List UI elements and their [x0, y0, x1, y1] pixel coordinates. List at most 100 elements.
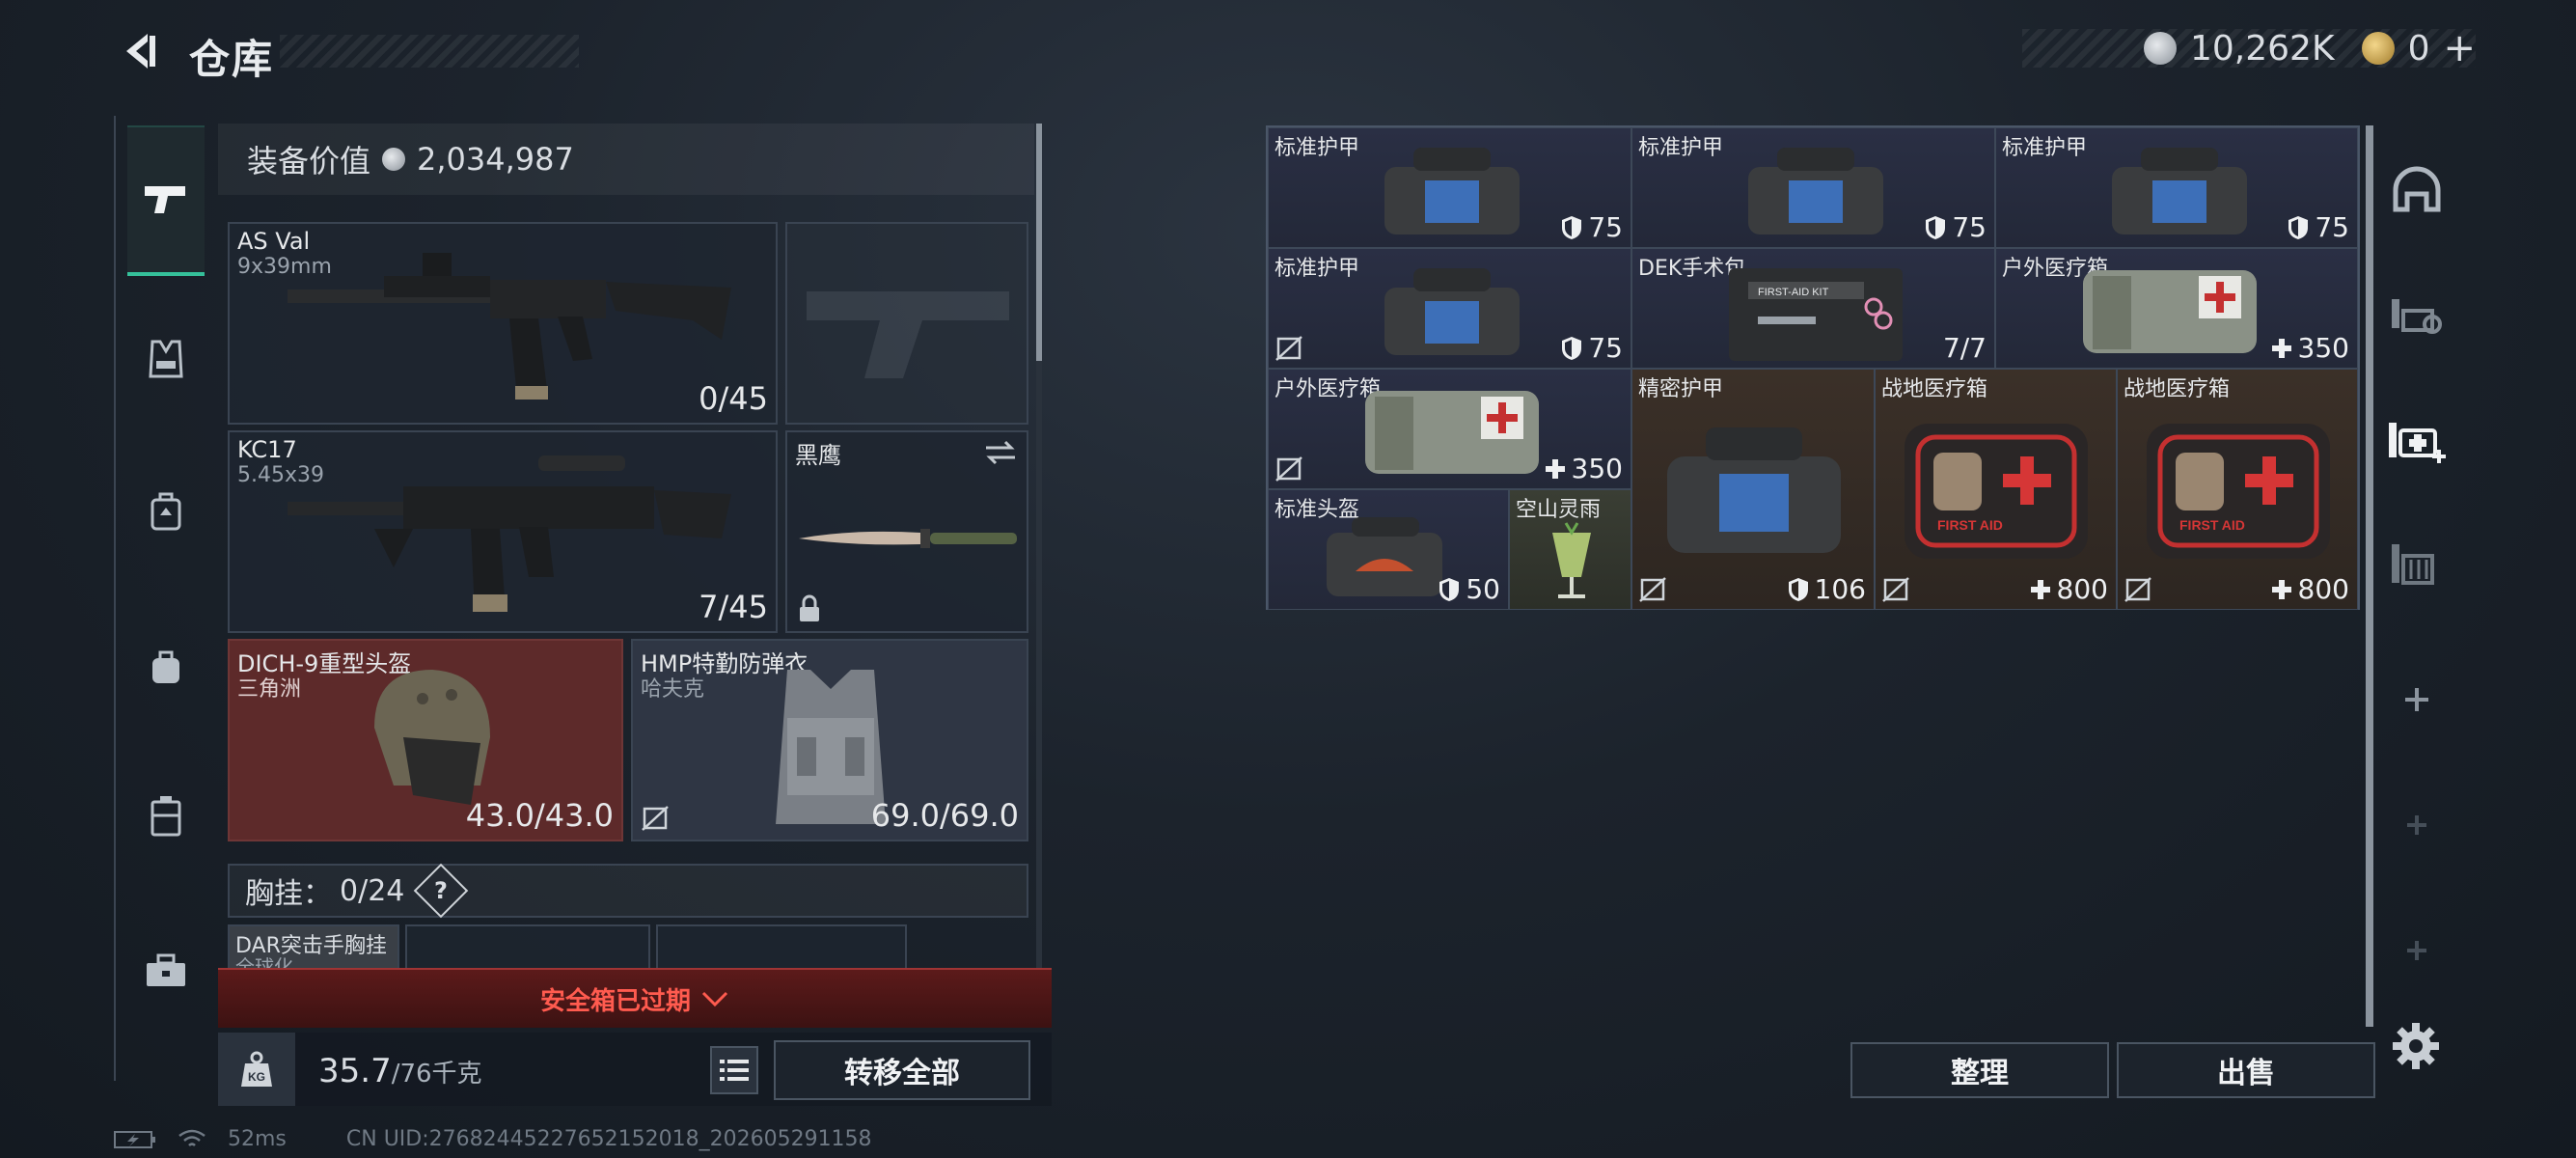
wifi-icon: [178, 1129, 206, 1146]
add-storage-tab-button[interactable]: [2383, 666, 2451, 733]
nav-tab-toolbox[interactable]: [127, 932, 205, 1009]
storage-tab-medkit[interactable]: [2383, 405, 2451, 473]
helmet-durability: 43.0/43.0: [465, 797, 614, 834]
item-heal: 800: [2271, 573, 2349, 605]
grid-item[interactable]: 标准护甲 75: [1631, 127, 1995, 248]
silver-coin-icon: [382, 148, 406, 171]
equipment-value-bar: 装备价值 2,034,987: [218, 124, 1034, 195]
help-button[interactable]: ?: [414, 863, 469, 919]
chest-rig-slot[interactable]: [405, 924, 650, 973]
gold-coin-icon: [2361, 32, 2395, 65]
item-name: 战地医疗箱: [2124, 377, 2231, 401]
chest-rig-slot[interactable]: [656, 924, 907, 973]
storage-tab-gear[interactable]: [2383, 280, 2451, 347]
armor-durability: 69.0/69.0: [870, 797, 1019, 834]
storage-tab-shelf[interactable]: [2383, 531, 2451, 598]
plus-icon: [1545, 458, 1565, 479]
list-view-button[interactable]: [710, 1046, 758, 1094]
back-button[interactable]: [114, 25, 166, 77]
melee-slot[interactable]: 黑鹰: [785, 430, 1028, 633]
item-durability: 50: [1439, 573, 1500, 605]
standard-armor-image: [1384, 148, 1520, 234]
standard-helmet-image: [1327, 517, 1442, 596]
kg-weight-icon: KG: [218, 1033, 295, 1106]
safe-box-expired-banner[interactable]: 安全箱已过期: [218, 968, 1052, 1028]
item-name: 标准护甲: [1638, 136, 1724, 160]
kc17-rifle-image: [288, 455, 731, 612]
grid-item[interactable]: 标准护甲 75: [1268, 127, 1631, 248]
sell-button[interactable]: 出售: [2117, 1042, 2375, 1098]
item-name: 标准护甲: [1274, 257, 1360, 281]
storage-scrollbar-thumb[interactable]: [2366, 125, 2373, 1027]
item-durability: 106: [1788, 573, 1866, 605]
nav-tab-weapons[interactable]: [127, 125, 205, 276]
user-uid: CN UID:27682445227652152018_202605291158: [345, 1127, 872, 1151]
grid-item[interactable]: 户外医疗箱 350: [1268, 369, 1631, 489]
chest-rig-item[interactable]: DAR突击手胸挂 全球化: [228, 924, 399, 979]
add-storage-tab-button[interactable]: [2383, 917, 2451, 984]
medkit-tab-icon: [2389, 423, 2446, 463]
standard-armor-image: [2112, 148, 2247, 234]
black-hawk-knife-image: [799, 529, 1017, 548]
item-durability: 75: [1925, 211, 1987, 243]
bottom-action-bar: KG 35.7/76千克 转移全部: [218, 1033, 1052, 1106]
item-durability: 75: [1561, 211, 1623, 243]
svg-text:FIRST AID: FIRST AID: [2179, 517, 2245, 533]
equipment-scrollbar-thumb[interactable]: [1036, 124, 1042, 361]
grid-item[interactable]: 标准护甲 75: [1995, 127, 2358, 248]
no-insure-icon: [1275, 336, 1302, 361]
equipment-value: 2,034,987: [417, 141, 574, 178]
primary-weapon-slot[interactable]: AS Val 9x39mm 0/45: [228, 222, 778, 425]
nav-tab-backpack[interactable]: [127, 473, 205, 550]
add-storage-tab-button[interactable]: [2383, 791, 2451, 859]
case-icon: [151, 796, 181, 837]
body-armor-slot[interactable]: HMP特勤防弹衣 哈夫克 69.0/69.0: [631, 639, 1028, 841]
no-insure-icon: [1882, 577, 1909, 602]
shield-icon: [2288, 215, 2309, 239]
grid-item[interactable]: 战地医疗箱 FIRST AID 800: [2117, 369, 2358, 610]
chest-rig-slots: DAR突击手胸挂 全球化: [228, 924, 1028, 979]
item-name: 标准护甲: [1274, 136, 1360, 160]
as-val-rifle-image: [288, 253, 731, 400]
gold-add-button[interactable]: +: [2443, 26, 2476, 70]
secondary-weapon-slot[interactable]: KC17 5.45x39 7/45: [228, 430, 778, 633]
nav-tab-case[interactable]: [127, 778, 205, 855]
shield-icon: [1788, 577, 1808, 601]
grid-item[interactable]: 标准头盔 50: [1268, 489, 1509, 610]
pistol-icon: [145, 186, 185, 213]
organize-button[interactable]: 整理: [1850, 1042, 2109, 1098]
transfer-all-button[interactable]: 转移全部: [774, 1040, 1030, 1100]
plus-icon: [2271, 338, 2291, 358]
bag-icon: [152, 650, 179, 683]
nav-tab-bag[interactable]: [127, 627, 205, 704]
svg-text:KG: KG: [248, 1070, 265, 1084]
chest-rig-capacity: 0/24: [340, 873, 405, 908]
grid-item[interactable]: 空山灵雨: [1509, 489, 1631, 610]
helmet-tab-icon: [2393, 166, 2441, 212]
nav-tab-vest[interactable]: [127, 320, 205, 398]
grid-item[interactable]: 户外医疗箱 350: [1995, 248, 2358, 369]
grid-item[interactable]: 标准护甲 75: [1268, 248, 1631, 369]
no-insure-icon: [1639, 577, 1666, 602]
item-name: 战地医疗箱: [1881, 377, 1988, 401]
vest-icon: [149, 340, 183, 378]
svg-text:FIRST AID: FIRST AID: [1937, 517, 2003, 533]
outdoor-medkit-image: [2083, 270, 2257, 353]
grid-item[interactable]: 战地医疗箱 FIRST AID 800: [1875, 369, 2117, 610]
storage-tab-helmet[interactable]: [2383, 154, 2451, 222]
carry-weight-capacity: /76千克: [391, 1060, 482, 1089]
surgical-kit-image: FIRST-AID KIT: [1729, 268, 1903, 361]
grid-item[interactable]: DEK手术包 FIRST-AID KIT 7/7: [1631, 248, 1995, 369]
left-nav: [114, 116, 214, 1081]
plus-icon: [2405, 688, 2428, 711]
settings-icon[interactable]: [2391, 1021, 2441, 1071]
grid-item[interactable]: 精密护甲 106: [1631, 369, 1875, 610]
standard-armor-image: [1384, 268, 1520, 355]
list-icon: [720, 1060, 749, 1081]
svg-text:FIRST-AID KIT: FIRST-AID KIT: [1758, 287, 1829, 298]
item-name: 精密护甲: [1638, 377, 1724, 401]
swap-icon[interactable]: [984, 438, 1017, 467]
precision-armor-image: [1667, 427, 1841, 553]
sidearm-slot[interactable]: [785, 222, 1028, 425]
helmet-slot[interactable]: DICH-9重型头盔 三角洲 43.0/43.0: [228, 639, 623, 841]
